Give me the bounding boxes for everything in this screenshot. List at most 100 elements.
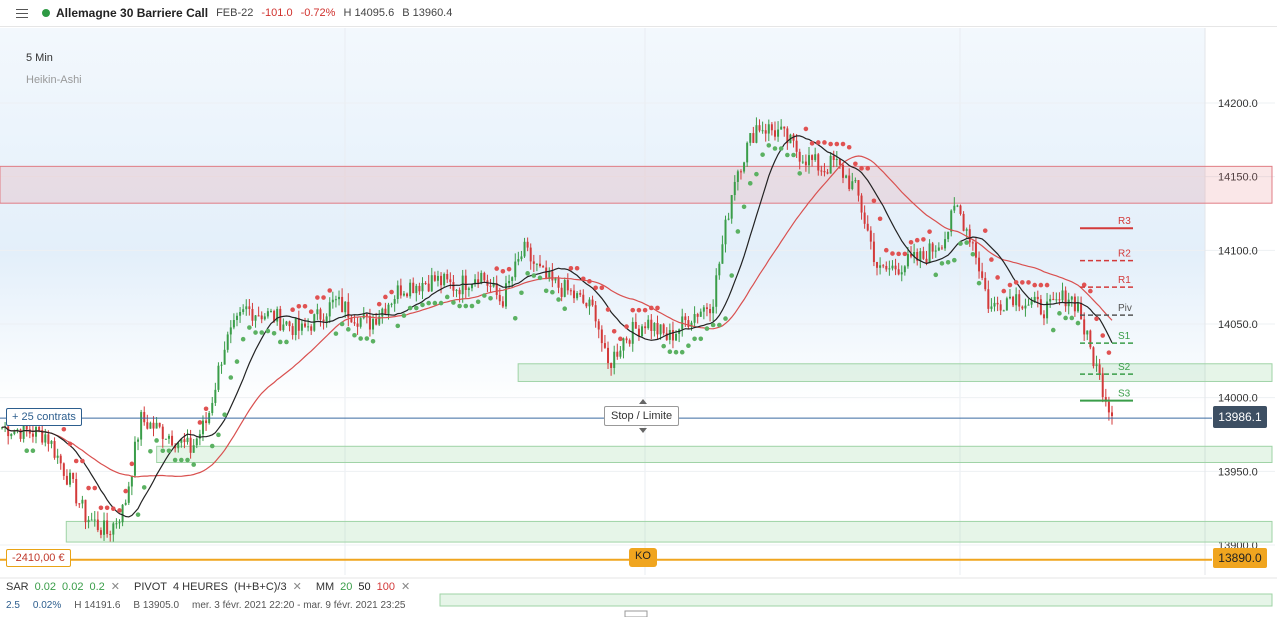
candle-body xyxy=(573,290,576,299)
sar-dot xyxy=(67,441,73,447)
candle-body xyxy=(344,301,347,313)
sar-dot xyxy=(1020,280,1025,285)
candle-body xyxy=(879,265,882,268)
sar-dot xyxy=(111,506,116,511)
sar-dot xyxy=(791,152,796,158)
timeframe-label[interactable]: 5 Min xyxy=(26,52,53,64)
candle-body xyxy=(137,439,140,442)
sar-dot xyxy=(593,285,598,291)
candle-body xyxy=(520,256,523,260)
sar-dot xyxy=(141,485,147,490)
sar-dot xyxy=(853,161,858,167)
y-tick-label: 14100.0 xyxy=(1218,245,1258,257)
candle-body xyxy=(56,455,59,458)
sar-dot xyxy=(729,273,734,278)
sar-dot xyxy=(414,305,419,311)
candle-body xyxy=(143,412,146,423)
sar-dot xyxy=(735,229,741,234)
stop-limit-button[interactable]: Stop / Limite xyxy=(604,406,680,426)
sar-dot xyxy=(840,141,846,147)
sar-name[interactable]: SAR xyxy=(6,581,29,593)
pivot-label-s2: S2 xyxy=(1118,362,1131,373)
candle-body xyxy=(1027,304,1030,306)
candle-body xyxy=(996,302,999,305)
sar-dot xyxy=(908,239,914,245)
candle-body xyxy=(480,272,483,283)
candle-body xyxy=(563,280,566,297)
pl-flag[interactable]: -2410,00 € xyxy=(6,549,71,567)
candle-body xyxy=(826,172,829,174)
candle-body xyxy=(232,320,235,328)
sar-dot xyxy=(877,216,883,222)
candle-body xyxy=(276,308,279,322)
candle-body xyxy=(7,426,10,437)
sar-dot xyxy=(803,126,809,132)
close-icon[interactable]: ✕ xyxy=(401,580,410,593)
price-chart[interactable]: 14200.014150.014100.014050.014000.013950… xyxy=(0,0,1277,617)
sar-dot xyxy=(73,458,79,464)
chart-type-label[interactable]: Heikin-Ashi xyxy=(26,74,82,86)
candle-body xyxy=(699,311,702,317)
candle-body xyxy=(532,261,535,264)
sar-dot xyxy=(228,375,234,380)
sar-param-2: 0.02 xyxy=(62,580,84,593)
sar-dot xyxy=(679,349,685,355)
candle-body xyxy=(477,279,480,283)
candle-body xyxy=(545,267,548,280)
candle-body xyxy=(158,422,161,427)
candle-body xyxy=(860,195,863,213)
candle-body xyxy=(557,278,560,288)
current-price-tag: 13986.1 xyxy=(1213,406,1267,428)
candle-body xyxy=(882,265,885,267)
candle-body xyxy=(198,434,201,439)
candle-body xyxy=(443,273,446,286)
candle-body xyxy=(959,205,962,214)
y-tick-label: 13950.0 xyxy=(1218,466,1258,478)
candle-body xyxy=(625,338,628,341)
candle-body xyxy=(430,275,433,292)
stat-low: B 13905.0 xyxy=(133,600,180,611)
candle-body xyxy=(607,347,610,364)
stats-row: 2.5 0.02% H 14191.6 B 13905.0 mer. 3 fév… xyxy=(6,600,419,611)
sar-dot xyxy=(865,166,871,171)
candle-body xyxy=(1111,412,1113,416)
candle-body xyxy=(440,275,443,286)
sar-dot xyxy=(86,485,91,491)
candle-body xyxy=(242,309,245,312)
candle-body xyxy=(736,171,739,182)
close-icon[interactable]: ✕ xyxy=(111,580,120,593)
candle-body xyxy=(773,130,776,137)
sar-dot xyxy=(358,336,363,341)
candle-body xyxy=(452,282,455,291)
sar-dot xyxy=(247,325,252,330)
mm-name[interactable]: MM xyxy=(316,581,334,593)
sar-dot xyxy=(444,294,450,300)
sar-dot xyxy=(704,326,710,331)
candle-body xyxy=(279,308,282,331)
candle-body xyxy=(307,326,310,328)
pivot-name[interactable]: PIVOT xyxy=(134,581,167,593)
candle-body xyxy=(668,330,671,340)
stat-value-2: 0.02% xyxy=(32,600,62,611)
sar-dot xyxy=(265,328,271,334)
position-flag[interactable]: + 25 contrats xyxy=(6,408,82,426)
sar-dot xyxy=(717,322,722,328)
candle-body xyxy=(597,321,600,330)
candle-body xyxy=(823,170,826,173)
ko-flag[interactable]: KO xyxy=(629,548,657,567)
indicator-legend: SAR 0.02 0.02 0.2 ✕ PIVOT 4 HEURES (H+B+… xyxy=(6,580,424,594)
sar-dot xyxy=(364,336,370,341)
sar-dot xyxy=(896,251,901,257)
candle-body xyxy=(897,269,900,275)
candle-body xyxy=(582,294,585,303)
sar-dot xyxy=(1069,315,1075,321)
candle-body xyxy=(764,130,767,134)
sar-dot xyxy=(599,285,605,291)
pivot-period: 4 HEURES xyxy=(173,580,229,593)
mm-param-3: 100 xyxy=(376,580,396,593)
sar-dot xyxy=(525,271,530,276)
candle-body xyxy=(814,154,817,160)
sar-dot xyxy=(129,461,135,467)
close-icon[interactable]: ✕ xyxy=(293,580,302,593)
sar-dot xyxy=(574,265,580,271)
